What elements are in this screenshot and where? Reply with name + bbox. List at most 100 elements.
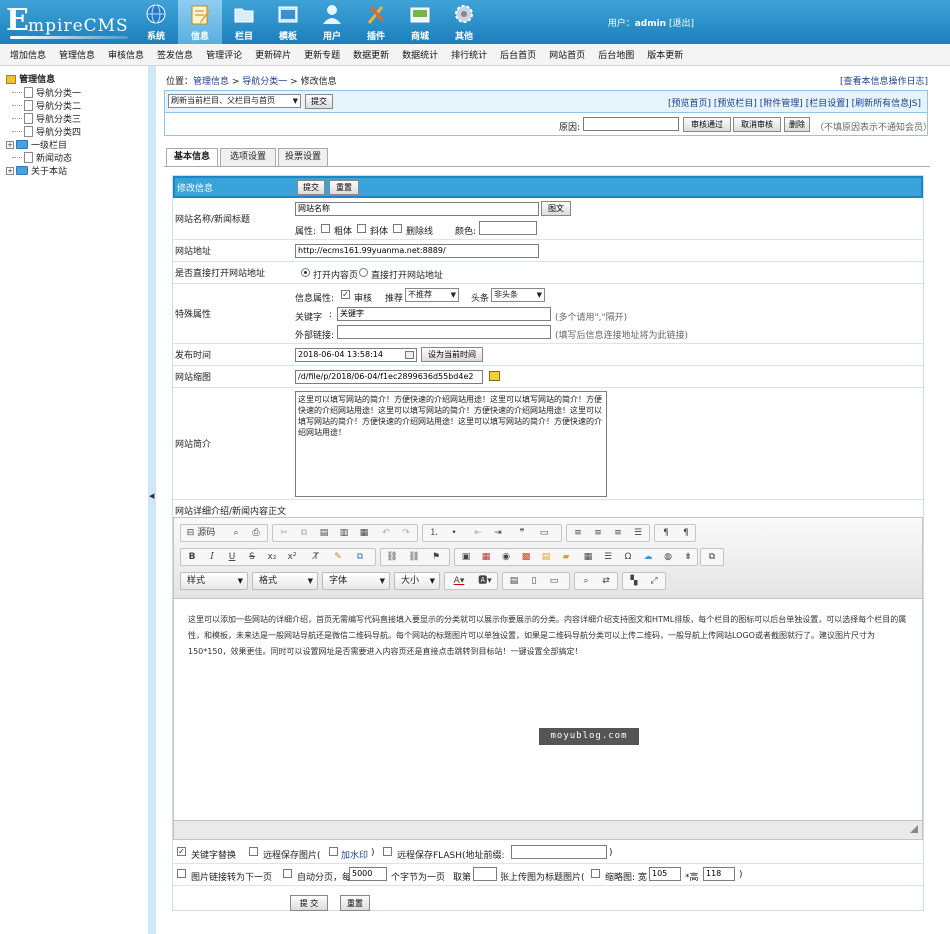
auto-page-checkbox[interactable] bbox=[283, 869, 292, 878]
new-page-icon[interactable]: ▯ bbox=[525, 573, 543, 589]
form-reset-button[interactable]: 重置 bbox=[329, 180, 359, 195]
font-combo[interactable]: 字体 ▼ bbox=[322, 572, 390, 590]
preview-category-link[interactable]: [预览栏目] bbox=[714, 99, 757, 109]
format-combo[interactable]: 格式 ▼ bbox=[252, 572, 318, 590]
menu-item[interactable]: 排行统计 bbox=[451, 48, 487, 61]
nav-info[interactable]: 信息 bbox=[178, 0, 222, 44]
thumbnail-width-input[interactable]: 105 bbox=[649, 867, 681, 881]
paste-icon[interactable]: ▤ bbox=[315, 525, 333, 541]
audit-checkbox[interactable]: ✓ bbox=[341, 290, 350, 299]
attachment-link[interactable]: [附件管理] bbox=[760, 99, 803, 109]
tree-item[interactable]: 导航分类四 bbox=[12, 125, 81, 138]
menu-item[interactable]: 管理评论 bbox=[206, 48, 242, 61]
nav-template[interactable]: 模板 bbox=[266, 0, 310, 44]
align-left-icon[interactable]: ≡ bbox=[569, 525, 587, 541]
table-icon[interactable]: ▦ bbox=[579, 549, 597, 565]
underline-icon[interactable]: U bbox=[223, 549, 241, 565]
align-justify-icon[interactable]: ☰ bbox=[629, 525, 647, 541]
special-char-icon[interactable]: Ω bbox=[619, 549, 637, 565]
align-right-icon[interactable]: ≡ bbox=[609, 525, 627, 541]
italic-icon[interactable]: I bbox=[203, 549, 221, 565]
remote-image-checkbox[interactable] bbox=[249, 847, 258, 856]
menu-item[interactable]: 审核信息 bbox=[108, 48, 144, 61]
copy-format-icon[interactable]: ✎ bbox=[329, 549, 347, 565]
ltr-icon[interactable]: ¶ bbox=[657, 525, 675, 541]
toolbox-submit-button[interactable]: 提交 bbox=[305, 94, 333, 109]
menu-item[interactable]: 后台地图 bbox=[598, 48, 634, 61]
tree-item[interactable]: 导航分类二 bbox=[12, 99, 81, 112]
expand-icon[interactable]: + bbox=[6, 166, 14, 175]
thumbnail-input[interactable]: /d/file/p/2018/06-04/f1ec2899636d55bd4e2 bbox=[295, 370, 483, 384]
document-props-icon[interactable]: ▭ bbox=[545, 573, 563, 589]
menu-item[interactable]: 签发信息 bbox=[157, 48, 193, 61]
menu-item[interactable]: 更新碎片 bbox=[255, 48, 291, 61]
nav-plugin[interactable]: 插件 bbox=[354, 0, 398, 44]
view-log-link[interactable]: [查看本信息操作日志] bbox=[840, 74, 928, 87]
paste-text-icon[interactable]: ▥ bbox=[335, 525, 353, 541]
text-color-icon[interactable]: A▾ bbox=[447, 573, 471, 589]
subscript-icon[interactable]: x₂ bbox=[263, 549, 281, 565]
next-page-icon[interactable]: ⧉ bbox=[703, 549, 721, 565]
intro-textarea[interactable]: 这里可以填写网站的简介！方便快速的介绍网站用途！这里可以填写网站的简介！方便快速… bbox=[295, 391, 607, 497]
bottom-submit-button[interactable]: 提 交 bbox=[290, 895, 328, 911]
external-link-input[interactable] bbox=[337, 325, 551, 339]
cancel-approve-button[interactable]: 取消审核 bbox=[733, 117, 781, 132]
expand-icon[interactable]: + bbox=[6, 140, 14, 149]
breadcrumb-link[interactable]: 管理信息 bbox=[193, 77, 229, 87]
headline-select[interactable]: 非头条 ▼ bbox=[491, 288, 545, 302]
breadcrumb-link[interactable]: 导航分类一 bbox=[242, 77, 287, 87]
flash-icon[interactable]: ▦ bbox=[477, 549, 495, 565]
sidebar-splitter[interactable]: ◀ bbox=[148, 66, 156, 934]
remove-format-icon[interactable]: T̸ bbox=[307, 549, 325, 565]
align-center-icon[interactable]: ≡ bbox=[589, 525, 607, 541]
delete-button[interactable]: 删除 bbox=[784, 117, 810, 132]
paste-word-icon[interactable]: ▦ bbox=[355, 525, 373, 541]
ordered-list-icon[interactable]: ⒈ bbox=[425, 525, 443, 541]
thumbnail-height-input[interactable]: 118 bbox=[703, 867, 735, 881]
image-icon[interactable]: ▣ bbox=[457, 549, 475, 565]
select-all-icon[interactable]: ⧉ bbox=[351, 549, 369, 565]
tree-root[interactable]: 管理信息 bbox=[6, 72, 55, 85]
url-input[interactable]: http://ecms161.99yuanma.net:8889/ bbox=[295, 244, 539, 258]
menu-item[interactable]: 增加信息 bbox=[10, 48, 46, 61]
strikethrough-icon[interactable]: S bbox=[243, 549, 261, 565]
add-watermark-checkbox[interactable] bbox=[329, 847, 338, 856]
resize-handle-icon[interactable] bbox=[910, 825, 918, 833]
image-upload-icon[interactable] bbox=[489, 371, 500, 381]
refresh-js-link[interactable]: [刷新所有信息JS] bbox=[852, 99, 921, 109]
add-watermark-link[interactable]: 加水印 bbox=[341, 848, 368, 861]
keyword-input[interactable]: 关键字 bbox=[337, 307, 551, 321]
save-content-icon[interactable]: ▤ bbox=[505, 573, 523, 589]
replace-icon[interactable]: ⇄ bbox=[597, 573, 615, 589]
tree-folder[interactable]: + 一级栏目 bbox=[6, 138, 67, 151]
menu-item[interactable]: 更新专题 bbox=[304, 48, 340, 61]
menu-item[interactable]: 后台首页 bbox=[500, 48, 536, 61]
form-submit-button[interactable]: 提交 bbox=[297, 180, 325, 195]
undo-icon[interactable]: ↶ bbox=[377, 525, 395, 541]
superscript-icon[interactable]: x² bbox=[283, 549, 301, 565]
template-insert-icon[interactable]: ▤ bbox=[537, 549, 555, 565]
media-icon[interactable]: ◉ bbox=[497, 549, 515, 565]
flash-prefix-input[interactable] bbox=[511, 845, 607, 859]
anchor-icon[interactable]: ⚑ bbox=[427, 549, 445, 565]
collapse-arrow-icon[interactable]: ◀ bbox=[149, 492, 154, 500]
page-break-icon[interactable]: ⇟ bbox=[679, 549, 697, 565]
tab-basic[interactable]: 基本信息 bbox=[166, 148, 218, 167]
strike-checkbox[interactable] bbox=[393, 224, 402, 233]
print-icon[interactable]: ⎙ bbox=[247, 525, 265, 541]
set-current-time-button[interactable]: 设为当前时间 bbox=[421, 347, 483, 362]
refresh-select[interactable]: 刷新当前栏目、父栏目与首页 ▼ bbox=[168, 94, 301, 108]
menu-item[interactable]: 管理信息 bbox=[59, 48, 95, 61]
title-image-button[interactable]: 图文 bbox=[541, 201, 571, 216]
maximize-icon[interactable]: ⤢ bbox=[645, 573, 663, 589]
rtl-icon[interactable]: ¶ bbox=[677, 525, 695, 541]
image-link-next-page-checkbox[interactable] bbox=[177, 869, 186, 878]
keyword-replace-checkbox[interactable]: ✓ bbox=[177, 847, 186, 856]
tree-item[interactable]: 导航分类一 bbox=[12, 86, 81, 99]
reason-input[interactable] bbox=[583, 117, 679, 131]
unlink-icon[interactable]: ⛓ bbox=[405, 549, 423, 565]
preview-icon[interactable]: ⌕ bbox=[227, 525, 245, 541]
cut-icon[interactable]: ✂ bbox=[275, 525, 293, 541]
recommend-select[interactable]: 不推荐 ▼ bbox=[405, 288, 459, 302]
redo-icon[interactable]: ↷ bbox=[397, 525, 415, 541]
